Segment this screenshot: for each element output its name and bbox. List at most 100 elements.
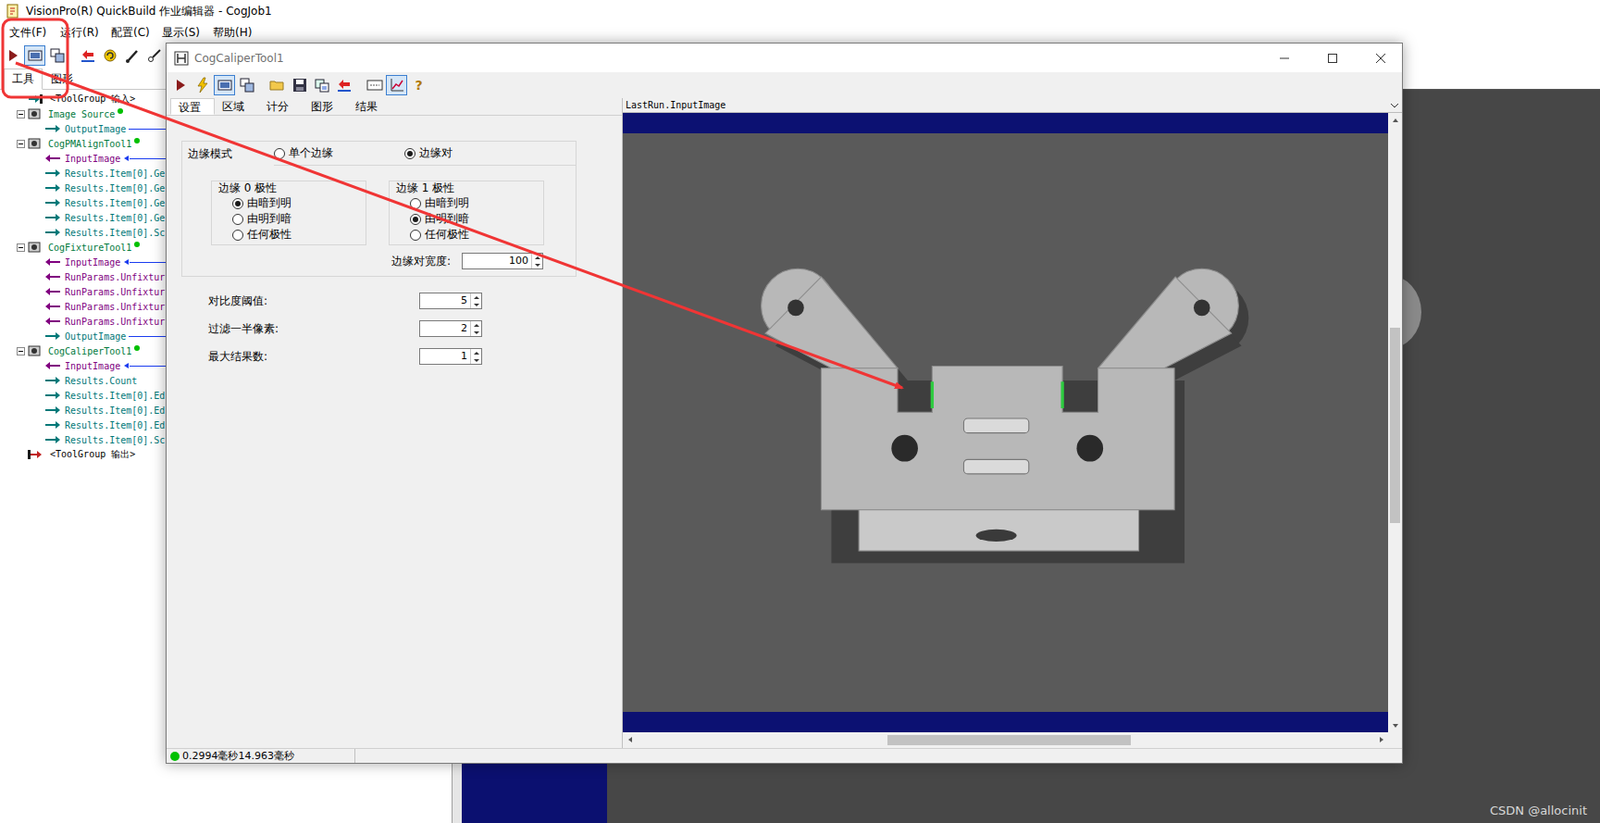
bolt-button[interactable] xyxy=(191,74,213,96)
right-arrow-icon xyxy=(1377,734,1386,745)
tab[interactable]: 工具 xyxy=(3,68,43,90)
menu-item[interactable]: 文件(F) xyxy=(5,23,57,43)
radio-button[interactable] xyxy=(232,198,244,210)
display-button[interactable] xyxy=(24,45,46,66)
radio-button[interactable] xyxy=(404,148,416,160)
tab[interactable]: 结果 xyxy=(347,98,393,115)
scroll-offset xyxy=(1389,126,1401,328)
group-output-icon xyxy=(27,447,43,461)
output-arrow-icon xyxy=(44,212,62,223)
scroll-thumb[interactable] xyxy=(1389,327,1401,523)
tab[interactable]: 区域 xyxy=(214,98,260,115)
dropdown-icon xyxy=(1389,101,1400,110)
dup-button[interactable] xyxy=(310,74,333,96)
radio-option[interactable]: 由明到暗 xyxy=(211,210,366,227)
radio-option[interactable]: 由暗到明 xyxy=(211,195,366,211)
terminal-name: Results.Item[0].Ed xyxy=(64,405,165,416)
menu-item[interactable]: 运行(R) xyxy=(56,23,108,43)
field-label: 对比度阈值: xyxy=(208,293,420,310)
menu-bar: 文件(F)运行(R)配置(C)显示(S)帮助(H) xyxy=(0,22,1600,44)
number-spinner[interactable]: 2 xyxy=(419,320,483,337)
number-spinner[interactable]: 5 xyxy=(419,292,483,310)
radio-button[interactable] xyxy=(232,229,244,241)
close-button[interactable] xyxy=(1359,43,1402,73)
brush-button[interactable] xyxy=(121,45,143,66)
field-label: 最大结果数: xyxy=(208,348,420,365)
display2-button[interactable] xyxy=(46,45,68,66)
title-bar: VisionPro(R) QuickBuild 作业编辑器 - CogJob1 xyxy=(0,0,1600,23)
radio-button[interactable] xyxy=(409,213,422,225)
expand-icon[interactable] xyxy=(16,110,25,119)
toolbar: ? xyxy=(166,72,1402,99)
radio-button[interactable] xyxy=(409,198,422,210)
terminal-name: Results.Item[0].Ge xyxy=(64,198,165,209)
cut-button[interactable] xyxy=(143,45,165,66)
down-icon xyxy=(472,330,481,335)
radio-button[interactable] xyxy=(273,148,286,160)
scroll-right-button[interactable] xyxy=(1374,731,1389,746)
radio-option[interactable]: 由暗到明 xyxy=(389,195,544,211)
display2-icon xyxy=(238,76,256,94)
menu-item[interactable]: 显示(S) xyxy=(158,23,210,43)
number-spinner[interactable]: 100 xyxy=(461,252,544,270)
scroll-up-button[interactable] xyxy=(1388,112,1402,127)
counter-button[interactable] xyxy=(363,74,385,96)
expand-icon[interactable] xyxy=(16,139,25,149)
tab[interactable]: 图形 xyxy=(42,69,82,89)
help-button[interactable]: ? xyxy=(408,74,430,96)
radio-button[interactable] xyxy=(409,229,422,241)
tool-name: CogFixtureTool1 xyxy=(48,242,132,253)
tool-icon xyxy=(27,344,41,358)
tab[interactable]: 图形 xyxy=(303,98,348,115)
status-dot xyxy=(134,345,140,351)
expand-icon[interactable] xyxy=(16,243,25,252)
graph-button[interactable] xyxy=(385,74,408,96)
radio-option[interactable]: 单个边缘 xyxy=(273,145,405,162)
expand-icon[interactable] xyxy=(16,347,25,356)
radio-option[interactable]: 任何极性 xyxy=(211,226,366,243)
terminal-name: Results.Count xyxy=(64,375,137,386)
terminal-name: Results.Item[0].Ge xyxy=(64,168,165,179)
terminal-name: Results.Item[0].Ge xyxy=(64,183,165,194)
menu-item[interactable]: 帮助(H) xyxy=(209,23,261,43)
dup-icon xyxy=(313,76,331,94)
menu-item[interactable]: 配置(C) xyxy=(107,23,159,43)
output-arrow-icon xyxy=(44,124,62,134)
output-arrow-icon xyxy=(44,227,62,237)
scroll-thumb[interactable] xyxy=(887,734,1131,745)
number-spinner[interactable]: 1 xyxy=(419,347,483,365)
part-image xyxy=(622,133,1389,712)
minimize-button[interactable] xyxy=(1263,43,1306,73)
close-icon xyxy=(1372,49,1390,67)
refresh-button[interactable] xyxy=(99,45,121,66)
terminal-name: RunParams.Unfixtur xyxy=(64,286,165,298)
run-button[interactable] xyxy=(169,74,191,96)
up-icon xyxy=(472,295,481,300)
up-icon xyxy=(472,350,481,356)
brush-icon xyxy=(124,47,141,64)
open-icon xyxy=(269,76,286,94)
display2-button[interactable] xyxy=(235,74,258,96)
scroll-down-button[interactable] xyxy=(1388,718,1402,732)
terminal-name: Results.Item[0].Ge xyxy=(64,212,165,224)
maximize-button[interactable] xyxy=(1311,43,1354,73)
radio-option[interactable]: 任何极性 xyxy=(389,226,544,243)
reset-button[interactable] xyxy=(333,74,355,96)
tab[interactable]: 计分 xyxy=(259,98,304,115)
run-button[interactable] xyxy=(1,45,24,66)
save-button[interactable] xyxy=(288,74,311,96)
window-title: CogCaliperTool1 xyxy=(194,51,285,65)
image-selector[interactable]: LastRun.InputImage xyxy=(622,98,1402,113)
reset-button[interactable] xyxy=(76,45,99,66)
radio-option[interactable]: 边缘对 xyxy=(404,145,453,162)
open-button[interactable] xyxy=(266,74,288,96)
tab[interactable]: 设置 xyxy=(170,98,215,115)
terminal-name: RunParams.Unfixtur xyxy=(64,316,165,327)
terminal-name: Results.Item[0].Ed xyxy=(64,420,165,431)
output-arrow-icon xyxy=(44,168,62,178)
status-dot xyxy=(134,241,140,248)
radio-option[interactable]: 由明到暗 xyxy=(389,210,544,227)
display-button[interactable] xyxy=(213,74,236,96)
radio-button[interactable] xyxy=(232,213,244,225)
scroll-left-button[interactable] xyxy=(622,731,637,746)
